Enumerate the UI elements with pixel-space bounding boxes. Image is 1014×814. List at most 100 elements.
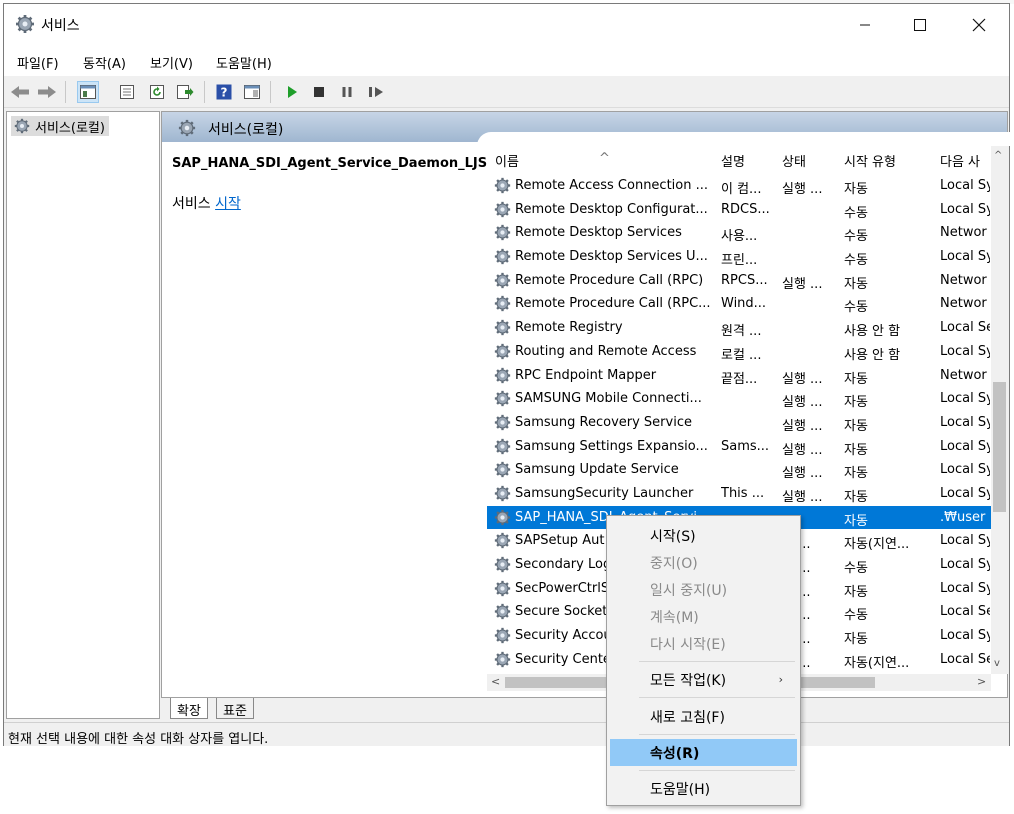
menu-item-help[interactable]: 도움말(H) bbox=[610, 775, 797, 802]
cell-startup-type: 자동 bbox=[844, 182, 868, 197]
forward-arrow-icon bbox=[38, 86, 56, 98]
table-row[interactable]: SamsungSecurity Launcher This ... 실행 ... 자동… bbox=[487, 482, 991, 506]
vertical-scrollbar[interactable]: ^ v bbox=[991, 146, 1008, 674]
column-header-name[interactable]: 이름 bbox=[495, 151, 519, 170]
start-service-link[interactable]: 시작 bbox=[215, 196, 241, 212]
menu-help[interactable]: 도움말(H) bbox=[216, 53, 272, 72]
cell-startup-type: 수동 bbox=[844, 229, 868, 245]
service-gear-icon bbox=[494, 532, 511, 550]
help-button[interactable]: ? bbox=[213, 81, 235, 103]
cell-status: 실행 ... bbox=[782, 182, 823, 197]
menu-item-pause[interactable]: 일시 중지(U) bbox=[610, 576, 797, 603]
back-button[interactable] bbox=[9, 81, 31, 103]
console-tree-icon bbox=[80, 85, 96, 99]
menu-view[interactable]: 보기(V) bbox=[150, 53, 193, 72]
column-header-description[interactable]: 설명 bbox=[721, 151, 745, 170]
scroll-left-icon[interactable]: < bbox=[491, 675, 500, 688]
cell-startup-type: 자동(지연... bbox=[844, 655, 910, 671]
cell-description: This ... bbox=[721, 485, 765, 501]
cell-status: 실행 ... bbox=[782, 418, 823, 434]
service-gear-icon bbox=[494, 248, 511, 266]
cell-logon-as: Networ bbox=[940, 367, 987, 383]
tree-item-services-local[interactable]: 서비스(로컬) bbox=[11, 116, 109, 136]
export-list-button[interactable] bbox=[174, 81, 196, 103]
menu-separator bbox=[639, 697, 795, 698]
table-row[interactable]: SAMSUNG Mobile Connecti... 실행 ... 자동 Local … bbox=[487, 387, 991, 411]
table-row[interactable]: Samsung Settings Expansio... Sams... 실행 ..… bbox=[487, 435, 991, 459]
service-gear-icon bbox=[494, 390, 511, 408]
export-icon bbox=[177, 85, 194, 99]
table-row[interactable]: Remote Desktop Configurat... RDCS... 수동 Loc… bbox=[487, 198, 991, 222]
table-row[interactable]: Remote Desktop Services U... 프린... 수동 Local… bbox=[487, 245, 991, 269]
cell-description: RPCS... bbox=[721, 272, 768, 288]
refresh-icon bbox=[150, 85, 164, 99]
menu-file[interactable]: 파일(F) bbox=[17, 53, 59, 72]
forward-button[interactable] bbox=[36, 81, 58, 103]
cell-logon-as: Local Sy bbox=[940, 201, 990, 217]
context-menu: 시작(S) 중지(O) 일시 중지(U) 계속(M) 다시 시작(E) 모든 작… bbox=[606, 515, 801, 806]
services-window: 서비스 파일(F) 동작(A) 보기(V) 도움말(H) ? 서비스(로컬) 서… bbox=[3, 3, 1014, 747]
show-console-tree-button[interactable] bbox=[77, 81, 99, 103]
column-header-status[interactable]: 상태 bbox=[782, 151, 806, 170]
service-gear-icon bbox=[494, 224, 511, 242]
scrollbar-thumb[interactable] bbox=[993, 382, 1006, 512]
title-bar[interactable]: 서비스 bbox=[4, 4, 1009, 46]
cell-name: Remote Desktop Configurat... bbox=[515, 201, 708, 217]
start-service-button[interactable] bbox=[281, 81, 303, 103]
cell-logon-as: .₩user bbox=[940, 509, 986, 525]
tab-standard[interactable]: 표준 bbox=[216, 698, 254, 719]
menu-item-stop[interactable]: 중지(O) bbox=[610, 549, 797, 576]
menu-item-all-tasks[interactable]: 모든 작업(K) › bbox=[610, 666, 797, 693]
scroll-right-icon[interactable]: > bbox=[977, 675, 986, 688]
minimize-button[interactable] bbox=[842, 4, 888, 46]
scroll-up-icon[interactable]: ^ bbox=[994, 150, 1002, 161]
service-action-line: 서비스 시작 bbox=[172, 193, 477, 213]
refresh-button[interactable] bbox=[146, 81, 168, 103]
menu-item-properties[interactable]: 속성(R) bbox=[610, 739, 797, 766]
resume-service-button[interactable] bbox=[365, 81, 387, 103]
table-row[interactable]: Samsung Update Service 실행 ... 자동 Local Sy bbox=[487, 458, 991, 482]
table-row[interactable]: Routing and Remote Access 로컬 ... 사용 안 함 Loc… bbox=[487, 340, 991, 364]
service-gear-icon bbox=[494, 650, 511, 668]
menu-item-start[interactable]: 시작(S) bbox=[610, 522, 797, 549]
pause-icon bbox=[342, 87, 352, 97]
cell-startup-type: 수동 bbox=[844, 300, 868, 316]
service-gear-icon bbox=[494, 556, 511, 573]
cell-name: Remote Procedure Call (RPC... bbox=[515, 296, 711, 312]
cell-logon-as: Local Se bbox=[940, 320, 990, 336]
pause-service-button[interactable] bbox=[336, 81, 358, 103]
table-row[interactable]: Remote Procedure Call (RPC) RPCS... 실행 ...… bbox=[487, 269, 991, 293]
table-row[interactable]: Remote Procedure Call (RPC... Wind... 수동 Ne… bbox=[487, 292, 991, 316]
cell-description: 이 컴... bbox=[721, 182, 762, 197]
services-gear-icon bbox=[178, 119, 196, 137]
table-row[interactable]: Remote Registry 원격 ... 사용 안 함 Local Se bbox=[487, 316, 991, 340]
properties-button[interactable] bbox=[116, 81, 138, 103]
menu-action[interactable]: 동작(A) bbox=[83, 53, 126, 72]
menu-item-resume[interactable]: 계속(M) bbox=[610, 603, 797, 630]
table-row[interactable]: RPC Endpoint Mapper 끝점... 실행 ... 자동 Networ bbox=[487, 364, 991, 388]
table-row[interactable]: Remote Desktop Services 사용... 수동 Networ bbox=[487, 221, 991, 245]
tree-item-label: 서비스(로컬) bbox=[35, 120, 105, 136]
maximize-button[interactable] bbox=[897, 4, 943, 46]
menu-item-restart[interactable]: 다시 시작(E) bbox=[610, 630, 797, 657]
cell-startup-type: 자동 bbox=[844, 466, 868, 482]
status-bar: 현재 선택 내용에 대한 속성 대화 상자를 엽니다. bbox=[4, 722, 1009, 747]
close-button[interactable] bbox=[956, 4, 1002, 46]
column-header-startup-type[interactable]: 시작 유형 bbox=[844, 151, 896, 170]
cell-status: 실행 ... bbox=[782, 489, 823, 505]
stop-service-button[interactable] bbox=[308, 81, 330, 103]
cell-description: RDCS... bbox=[721, 201, 770, 217]
table-row[interactable]: Remote Access Connection ... 이 컴... 실행 ...… bbox=[487, 174, 991, 198]
cell-startup-type: 자동 bbox=[844, 418, 868, 434]
menu-item-refresh[interactable]: 새로 고침(F) bbox=[610, 703, 797, 730]
cell-name: Remote Desktop Services U... bbox=[515, 249, 708, 265]
service-gear-icon bbox=[494, 579, 511, 597]
column-header-logon-as[interactable]: 다음 사 bbox=[940, 151, 980, 170]
resume-icon bbox=[369, 87, 383, 97]
table-row[interactable]: Samsung Recovery Service 실행 ... 자동 Local Sy bbox=[487, 411, 991, 435]
tab-extended[interactable]: 확장 bbox=[170, 698, 208, 719]
scroll-down-icon[interactable]: v bbox=[994, 658, 1000, 669]
cell-description: Wind... bbox=[721, 296, 767, 312]
show-action-pane-button[interactable] bbox=[241, 81, 263, 103]
cell-logon-as: Local Sy bbox=[940, 414, 990, 430]
